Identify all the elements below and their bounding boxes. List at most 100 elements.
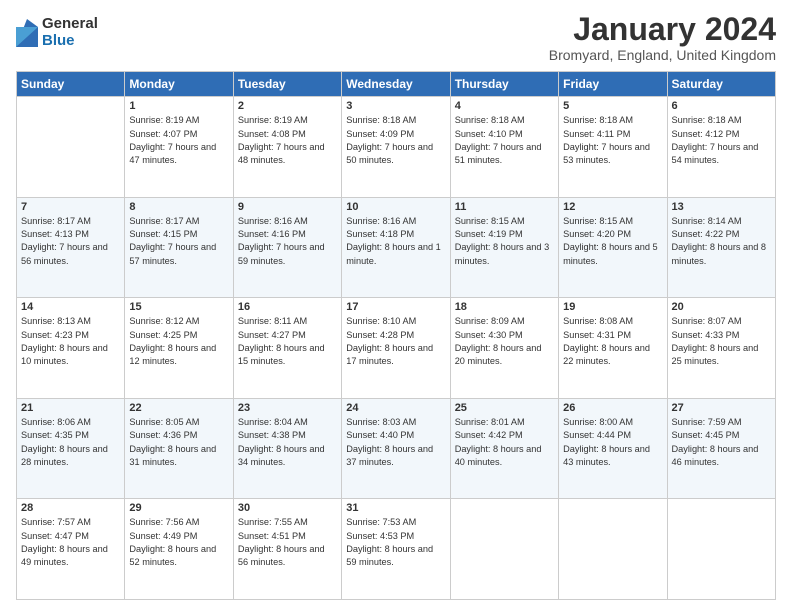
table-row: 27 Sunrise: 7:59 AMSunset: 4:45 PMDaylig… (667, 398, 775, 499)
day-info: Sunrise: 8:17 AMSunset: 4:15 PMDaylight:… (129, 215, 228, 268)
day-number: 20 (672, 301, 771, 313)
day-number: 24 (346, 402, 445, 414)
table-row: 25 Sunrise: 8:01 AMSunset: 4:42 PMDaylig… (450, 398, 558, 499)
table-row (450, 499, 558, 600)
table-row: 19 Sunrise: 8:08 AMSunset: 4:31 PMDaylig… (559, 298, 667, 399)
day-info: Sunrise: 7:59 AMSunset: 4:45 PMDaylight:… (672, 416, 771, 469)
day-number: 14 (21, 301, 120, 313)
logo-general: General (42, 16, 98, 33)
day-number: 11 (455, 201, 554, 213)
day-number: 5 (563, 100, 662, 112)
table-row: 30 Sunrise: 7:55 AMSunset: 4:51 PMDaylig… (233, 499, 341, 600)
day-number: 25 (455, 402, 554, 414)
day-info: Sunrise: 8:18 AMSunset: 4:11 PMDaylight:… (563, 114, 662, 167)
col-saturday: Saturday (667, 72, 775, 97)
table-row: 22 Sunrise: 8:05 AMSunset: 4:36 PMDaylig… (125, 398, 233, 499)
day-number: 21 (21, 402, 120, 414)
day-number: 13 (672, 201, 771, 213)
day-number: 26 (563, 402, 662, 414)
day-info: Sunrise: 7:53 AMSunset: 4:53 PMDaylight:… (346, 516, 445, 569)
day-number: 18 (455, 301, 554, 313)
logo-text: General Blue (42, 16, 98, 49)
header: General Blue January 2024 Bromyard, Engl… (16, 12, 776, 63)
day-info: Sunrise: 8:16 AMSunset: 4:18 PMDaylight:… (346, 215, 445, 268)
day-info: Sunrise: 8:14 AMSunset: 4:22 PMDaylight:… (672, 215, 771, 268)
table-row: 26 Sunrise: 8:00 AMSunset: 4:44 PMDaylig… (559, 398, 667, 499)
table-row (17, 97, 125, 198)
table-row: 14 Sunrise: 8:13 AMSunset: 4:23 PMDaylig… (17, 298, 125, 399)
day-number: 27 (672, 402, 771, 414)
day-number: 31 (346, 502, 445, 514)
table-row: 17 Sunrise: 8:10 AMSunset: 4:28 PMDaylig… (342, 298, 450, 399)
table-row: 1 Sunrise: 8:19 AMSunset: 4:07 PMDayligh… (125, 97, 233, 198)
day-info: Sunrise: 8:18 AMSunset: 4:12 PMDaylight:… (672, 114, 771, 167)
table-row: 7 Sunrise: 8:17 AMSunset: 4:13 PMDayligh… (17, 197, 125, 298)
table-row: 29 Sunrise: 7:56 AMSunset: 4:49 PMDaylig… (125, 499, 233, 600)
table-row: 15 Sunrise: 8:12 AMSunset: 4:25 PMDaylig… (125, 298, 233, 399)
col-sunday: Sunday (17, 72, 125, 97)
day-info: Sunrise: 8:10 AMSunset: 4:28 PMDaylight:… (346, 315, 445, 368)
day-info: Sunrise: 8:05 AMSunset: 4:36 PMDaylight:… (129, 416, 228, 469)
calendar-header-row: Sunday Monday Tuesday Wednesday Thursday… (17, 72, 776, 97)
calendar-table: Sunday Monday Tuesday Wednesday Thursday… (16, 71, 776, 600)
day-number: 29 (129, 502, 228, 514)
day-info: Sunrise: 7:55 AMSunset: 4:51 PMDaylight:… (238, 516, 337, 569)
table-row: 12 Sunrise: 8:15 AMSunset: 4:20 PMDaylig… (559, 197, 667, 298)
day-number: 17 (346, 301, 445, 313)
day-info: Sunrise: 8:15 AMSunset: 4:20 PMDaylight:… (563, 215, 662, 268)
table-row: 28 Sunrise: 7:57 AMSunset: 4:47 PMDaylig… (17, 499, 125, 600)
table-row: 18 Sunrise: 8:09 AMSunset: 4:30 PMDaylig… (450, 298, 558, 399)
table-row: 16 Sunrise: 8:11 AMSunset: 4:27 PMDaylig… (233, 298, 341, 399)
day-number: 1 (129, 100, 228, 112)
table-row (667, 499, 775, 600)
day-number: 23 (238, 402, 337, 414)
table-row: 24 Sunrise: 8:03 AMSunset: 4:40 PMDaylig… (342, 398, 450, 499)
table-row: 23 Sunrise: 8:04 AMSunset: 4:38 PMDaylig… (233, 398, 341, 499)
table-row: 9 Sunrise: 8:16 AMSunset: 4:16 PMDayligh… (233, 197, 341, 298)
page: General Blue January 2024 Bromyard, Engl… (0, 0, 792, 612)
day-number: 22 (129, 402, 228, 414)
table-row (559, 499, 667, 600)
day-number: 30 (238, 502, 337, 514)
logo: General Blue (16, 16, 98, 49)
day-number: 19 (563, 301, 662, 313)
table-row: 13 Sunrise: 8:14 AMSunset: 4:22 PMDaylig… (667, 197, 775, 298)
table-row: 6 Sunrise: 8:18 AMSunset: 4:12 PMDayligh… (667, 97, 775, 198)
logo-blue: Blue (42, 33, 98, 50)
day-info: Sunrise: 8:18 AMSunset: 4:09 PMDaylight:… (346, 114, 445, 167)
month-title: January 2024 (549, 12, 776, 47)
day-info: Sunrise: 8:17 AMSunset: 4:13 PMDaylight:… (21, 215, 120, 268)
col-tuesday: Tuesday (233, 72, 341, 97)
title-block: January 2024 Bromyard, England, United K… (549, 12, 776, 63)
day-info: Sunrise: 8:19 AMSunset: 4:07 PMDaylight:… (129, 114, 228, 167)
table-row: 10 Sunrise: 8:16 AMSunset: 4:18 PMDaylig… (342, 197, 450, 298)
day-info: Sunrise: 8:04 AMSunset: 4:38 PMDaylight:… (238, 416, 337, 469)
day-number: 9 (238, 201, 337, 213)
day-info: Sunrise: 7:56 AMSunset: 4:49 PMDaylight:… (129, 516, 228, 569)
table-row: 20 Sunrise: 8:07 AMSunset: 4:33 PMDaylig… (667, 298, 775, 399)
day-number: 3 (346, 100, 445, 112)
logo-icon (16, 19, 38, 47)
day-info: Sunrise: 8:11 AMSunset: 4:27 PMDaylight:… (238, 315, 337, 368)
day-info: Sunrise: 8:03 AMSunset: 4:40 PMDaylight:… (346, 416, 445, 469)
day-number: 2 (238, 100, 337, 112)
day-info: Sunrise: 8:16 AMSunset: 4:16 PMDaylight:… (238, 215, 337, 268)
table-row: 21 Sunrise: 8:06 AMSunset: 4:35 PMDaylig… (17, 398, 125, 499)
day-info: Sunrise: 7:57 AMSunset: 4:47 PMDaylight:… (21, 516, 120, 569)
day-number: 16 (238, 301, 337, 313)
col-wednesday: Wednesday (342, 72, 450, 97)
day-number: 12 (563, 201, 662, 213)
day-info: Sunrise: 8:01 AMSunset: 4:42 PMDaylight:… (455, 416, 554, 469)
col-friday: Friday (559, 72, 667, 97)
day-info: Sunrise: 8:12 AMSunset: 4:25 PMDaylight:… (129, 315, 228, 368)
day-number: 4 (455, 100, 554, 112)
table-row: 31 Sunrise: 7:53 AMSunset: 4:53 PMDaylig… (342, 499, 450, 600)
day-number: 10 (346, 201, 445, 213)
table-row: 4 Sunrise: 8:18 AMSunset: 4:10 PMDayligh… (450, 97, 558, 198)
day-info: Sunrise: 8:15 AMSunset: 4:19 PMDaylight:… (455, 215, 554, 268)
day-number: 8 (129, 201, 228, 213)
col-monday: Monday (125, 72, 233, 97)
table-row: 11 Sunrise: 8:15 AMSunset: 4:19 PMDaylig… (450, 197, 558, 298)
day-number: 6 (672, 100, 771, 112)
day-number: 15 (129, 301, 228, 313)
